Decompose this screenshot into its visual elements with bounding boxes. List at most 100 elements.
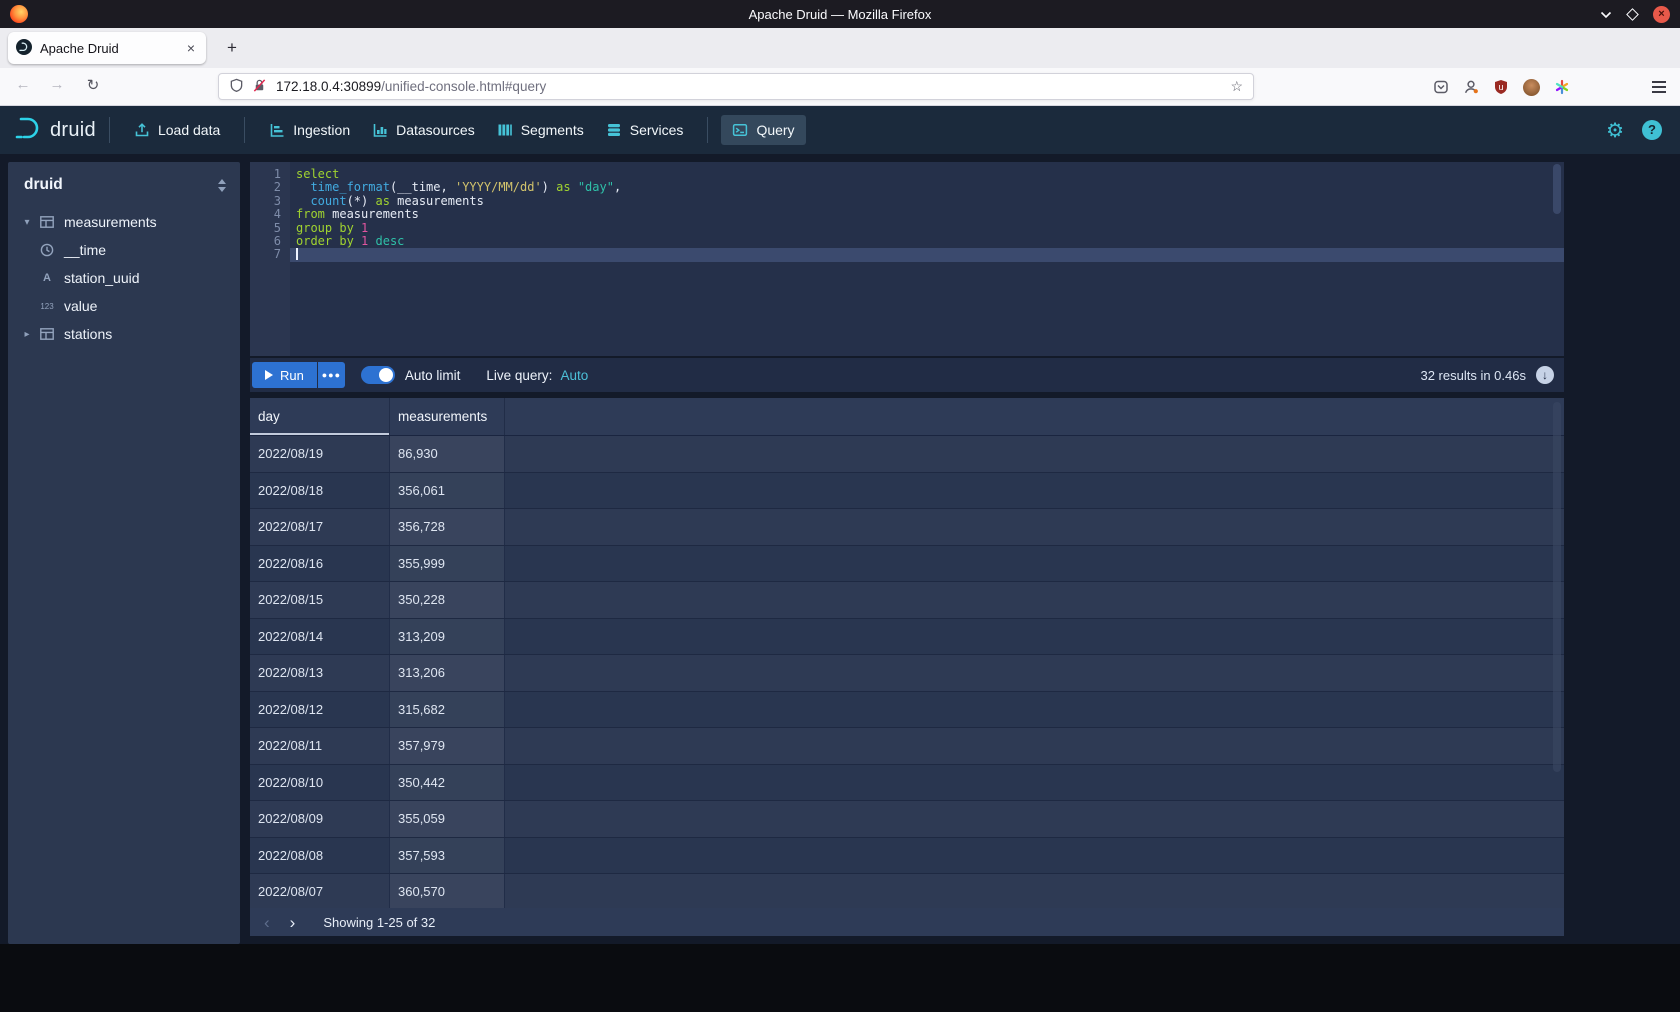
reload-icon[interactable]: ↻	[80, 76, 106, 94]
table-row[interactable]: 2022/08/11357,979	[250, 728, 1564, 765]
cell-day[interactable]: 2022/08/08	[250, 838, 390, 874]
cell-day[interactable]: 2022/08/15	[250, 582, 390, 618]
window-maximize-icon[interactable]	[1626, 8, 1639, 21]
tree-item-station_uuid[interactable]: Astation_uuid	[8, 264, 240, 292]
query-icon	[732, 122, 748, 138]
tree-item-value[interactable]: 123value	[8, 292, 240, 320]
table-row[interactable]: 2022/08/15350,228	[250, 582, 1564, 619]
tree-item-label: station_uuid	[64, 270, 140, 286]
back-icon[interactable]: ←	[10, 76, 36, 93]
table-row[interactable]: 2022/08/1986,930	[250, 436, 1564, 473]
cell-measurements[interactable]: 355,999	[390, 546, 505, 582]
run-more-button[interactable]: ●●●	[318, 362, 345, 388]
auto-limit-toggle[interactable]	[361, 366, 395, 384]
editor-scrollbar-thumb[interactable]	[1553, 164, 1561, 214]
table-row[interactable]: 2022/08/12315,682	[250, 692, 1564, 729]
nav-segments[interactable]: Segments	[486, 115, 595, 145]
line-number: 1	[250, 168, 281, 181]
account-icon[interactable]	[1463, 79, 1479, 95]
bookmark-star-icon[interactable]: ☆	[1230, 78, 1243, 95]
url-bar[interactable]: 172.18.0.4:30899/unified-console.html#qu…	[218, 73, 1254, 100]
table-row[interactable]: 2022/08/09355,059	[250, 801, 1564, 838]
cell-empty	[505, 765, 1564, 801]
new-tab-button[interactable]: +	[220, 38, 244, 58]
tree-item-__time[interactable]: __time	[8, 236, 240, 264]
ublock-icon[interactable]: u	[1493, 79, 1509, 95]
nav-datasources[interactable]: Datasources	[361, 115, 486, 145]
cell-measurements[interactable]: 313,209	[390, 619, 505, 655]
cell-measurements[interactable]: 355,059	[390, 801, 505, 837]
cell-measurements[interactable]: 360,570	[390, 874, 505, 908]
cell-measurements[interactable]: 86,930	[390, 436, 505, 472]
cell-day[interactable]: 2022/08/14	[250, 619, 390, 655]
table-row[interactable]: 2022/08/13313,206	[250, 655, 1564, 692]
table-icon	[38, 214, 56, 230]
cell-day[interactable]: 2022/08/11	[250, 728, 390, 764]
cell-measurements[interactable]: 357,979	[390, 728, 505, 764]
window-title: Apache Druid — Mozilla Firefox	[749, 7, 932, 22]
cell-day[interactable]: 2022/08/09	[250, 801, 390, 837]
run-button[interactable]: Run	[252, 362, 317, 388]
caret-down-icon[interactable]: ▾	[20, 217, 34, 228]
sort-carets-icon[interactable]	[218, 179, 226, 192]
code-line: count(*) as measurements	[290, 195, 1564, 208]
live-query-value[interactable]: Auto	[560, 368, 588, 383]
tracking-protection-shield-icon[interactable]	[229, 78, 244, 96]
cell-day[interactable]: 2022/08/13	[250, 655, 390, 691]
cell-day[interactable]: 2022/08/10	[250, 765, 390, 801]
insecure-lock-icon[interactable]	[252, 78, 267, 96]
table-row[interactable]: 2022/08/16355,999	[250, 546, 1564, 583]
pocket-icon[interactable]	[1433, 79, 1449, 95]
tab-close-icon[interactable]: ×	[184, 40, 198, 56]
column-header-day[interactable]: day	[250, 398, 390, 435]
table-row[interactable]: 2022/08/07360,570	[250, 874, 1564, 908]
nav-services[interactable]: Services	[595, 115, 695, 145]
tree-item-stations[interactable]: ▸stations	[8, 320, 240, 348]
cell-measurements[interactable]: 356,061	[390, 473, 505, 509]
settings-gear-icon[interactable]: ⚙	[1606, 118, 1624, 142]
tree-item-measurements[interactable]: ▾measurements	[8, 208, 240, 236]
table-row[interactable]: 2022/08/18356,061	[250, 473, 1564, 510]
text-cursor	[296, 248, 298, 260]
prev-page-icon[interactable]: ‹	[264, 914, 270, 931]
table-row[interactable]: 2022/08/10350,442	[250, 765, 1564, 802]
query-editor[interactable]: 1234567 select time_format(__time, 'YYYY…	[250, 162, 1564, 356]
next-page-icon[interactable]: ›	[290, 914, 296, 931]
browser-toolbar: ← → ↻ 172.18.0.4:30899/unified-console.h…	[0, 68, 1680, 106]
caret-right-icon[interactable]: ▸	[20, 329, 34, 340]
extensions-pinwheel-icon[interactable]	[1554, 79, 1570, 95]
column-tree: ▾measurements__timeAstation_uuid123value…	[8, 208, 240, 348]
column-header-measurements[interactable]: measurements	[390, 398, 505, 435]
cell-measurements[interactable]: 350,442	[390, 765, 505, 801]
table-scrollbar-thumb[interactable]	[1553, 402, 1561, 772]
table-row[interactable]: 2022/08/08357,593	[250, 838, 1564, 875]
cell-measurements[interactable]: 356,728	[390, 509, 505, 545]
cell-day[interactable]: 2022/08/07	[250, 874, 390, 908]
forward-icon[interactable]: →	[44, 76, 70, 93]
browser-tab[interactable]: Apache Druid ×	[8, 32, 206, 64]
download-icon[interactable]: ↓	[1536, 366, 1554, 384]
cell-day[interactable]: 2022/08/16	[250, 546, 390, 582]
svg-text:u: u	[1498, 82, 1503, 92]
nav-label: Ingestion	[293, 122, 350, 138]
nav-query[interactable]: Query	[721, 115, 805, 145]
table-row[interactable]: 2022/08/17356,728	[250, 509, 1564, 546]
cell-measurements[interactable]: 315,682	[390, 692, 505, 728]
druid-brand[interactable]: druid	[14, 116, 96, 145]
menu-icon[interactable]	[1652, 81, 1666, 92]
cell-measurements[interactable]: 350,228	[390, 582, 505, 618]
cell-measurements[interactable]: 313,206	[390, 655, 505, 691]
table-row[interactable]: 2022/08/14313,209	[250, 619, 1564, 656]
cell-day[interactable]: 2022/08/19	[250, 436, 390, 472]
profile-avatar[interactable]	[1523, 79, 1540, 96]
time-icon	[38, 242, 56, 258]
cell-day[interactable]: 2022/08/12	[250, 692, 390, 728]
nav-load-data[interactable]: Load data	[123, 115, 231, 145]
cell-day[interactable]: 2022/08/18	[250, 473, 390, 509]
cell-measurements[interactable]: 357,593	[390, 838, 505, 874]
window-minimize-icon[interactable]	[1600, 7, 1612, 22]
nav-ingestion[interactable]: Ingestion	[258, 115, 361, 145]
window-close-icon[interactable]: ×	[1653, 6, 1670, 23]
help-icon[interactable]: ?	[1642, 120, 1662, 140]
cell-day[interactable]: 2022/08/17	[250, 509, 390, 545]
